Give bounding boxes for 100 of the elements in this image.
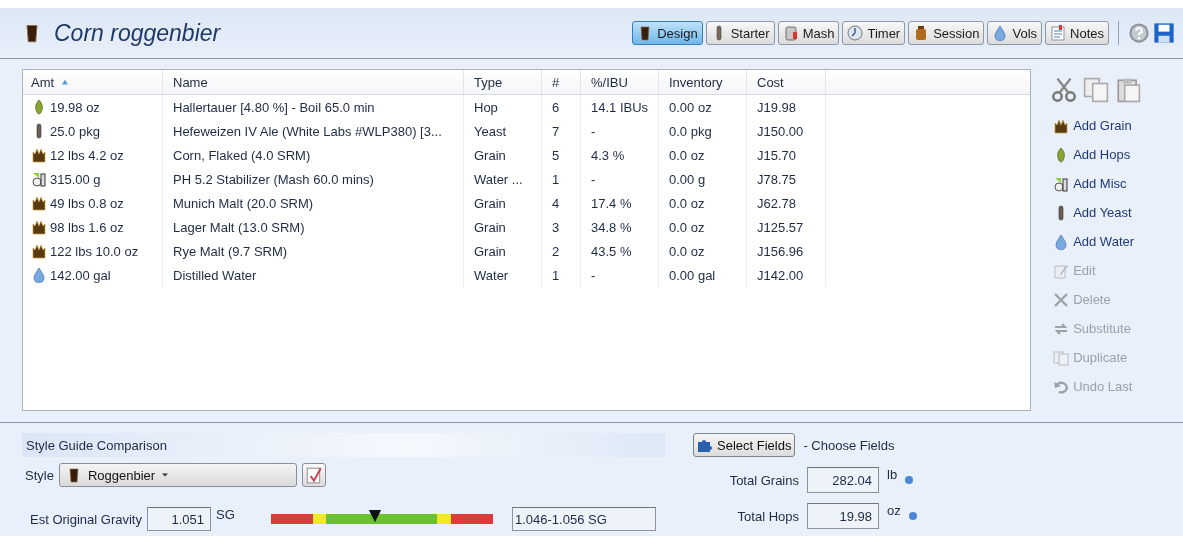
table-cell: Water bbox=[474, 267, 509, 283]
table-cell: Munich Malt (20.0 SRM) bbox=[173, 195, 314, 211]
toolbar-tab[interactable]: Starter bbox=[705, 21, 775, 45]
puzzle-icon bbox=[697, 437, 713, 453]
gravity-field: 1.051 bbox=[147, 507, 211, 531]
value-field: 282.04 bbox=[807, 467, 879, 493]
select-fields-button[interactable]: Select Fields bbox=[693, 433, 796, 457]
pencil-page-icon bbox=[1053, 262, 1070, 279]
action-link[interactable]: Add Misc bbox=[1043, 169, 1183, 198]
table-cell: 34.8 % bbox=[591, 219, 632, 235]
field-label: Total Hops bbox=[736, 508, 799, 524]
table-cell: 2 bbox=[552, 243, 560, 259]
toolbar-tab[interactable]: Session bbox=[908, 21, 985, 45]
unit-label: oz bbox=[887, 503, 901, 518]
table-cell: J142.00 bbox=[757, 267, 804, 283]
x-mark-icon bbox=[1053, 291, 1070, 308]
table-cell: 19.98 oz bbox=[50, 99, 100, 115]
hint-text: - Choose Fields bbox=[803, 437, 895, 453]
column-header[interactable]: # bbox=[552, 74, 560, 90]
table-cell: 0.0 pkg bbox=[669, 123, 712, 139]
grain-sack-icon bbox=[31, 147, 47, 163]
table-cell: 6 bbox=[552, 99, 560, 115]
column-header[interactable]: Type bbox=[474, 74, 503, 90]
table-cell: 0.0 oz bbox=[669, 243, 705, 259]
column-header[interactable]: %/IBU bbox=[591, 74, 628, 90]
water-drop-icon bbox=[31, 267, 47, 283]
table-cell: 0.0 oz bbox=[669, 219, 705, 235]
value-field: 19.98 bbox=[807, 503, 879, 529]
toolbar-tab[interactable]: Timer bbox=[842, 21, 906, 45]
column-header[interactable]: Inventory bbox=[669, 74, 723, 90]
toolbar-tab[interactable]: Notes bbox=[1045, 21, 1109, 45]
style-check-button[interactable] bbox=[301, 463, 326, 487]
table-cell: J15.70 bbox=[757, 147, 797, 163]
save-icon[interactable] bbox=[1153, 22, 1175, 44]
table-cell: - bbox=[591, 171, 596, 187]
table-cell: 122 lbs 10.0 oz bbox=[50, 243, 139, 259]
column-header[interactable]: Amt bbox=[31, 74, 55, 90]
table-cell: 25.0 pkg bbox=[50, 123, 100, 139]
mash-tun-icon bbox=[782, 25, 799, 41]
table-cell: J150.00 bbox=[757, 123, 804, 139]
toolbar-tab[interactable]: Vols bbox=[987, 21, 1043, 45]
field-label: Style bbox=[25, 467, 54, 483]
help-icon[interactable] bbox=[1128, 22, 1150, 44]
copy-icon bbox=[1083, 77, 1110, 103]
unit-label: SG bbox=[216, 507, 236, 522]
table-cell: 0.00 gal bbox=[669, 267, 716, 283]
table-cell: PH 5.2 Stabilizer (Mash 60.0 mins) bbox=[173, 171, 374, 187]
action-link[interactable]: Add Yeast bbox=[1043, 198, 1183, 227]
table-cell: Hefeweizen IV Ale (White Labs #WLP380) [3... bbox=[173, 123, 442, 139]
table-cell: Rye Malt (9.7 SRM) bbox=[173, 243, 288, 259]
table-cell: Distilled Water bbox=[173, 267, 257, 283]
table-cell: 7 bbox=[552, 123, 560, 139]
status-dot bbox=[905, 476, 914, 484]
table-cell: 1 bbox=[552, 267, 560, 283]
table-cell: Grain bbox=[474, 243, 506, 259]
clock-icon bbox=[847, 25, 864, 41]
table-cell: Hop bbox=[474, 99, 498, 115]
table-cell: Hallertauer [4.80 %] - Boil 65.0 min bbox=[173, 99, 375, 115]
water-drop-icon bbox=[992, 25, 1009, 41]
table-cell: J19.98 bbox=[757, 99, 797, 115]
table-cell: 0.0 oz bbox=[669, 195, 705, 211]
water-drop-icon bbox=[1053, 233, 1070, 250]
toolbar-tab[interactable]: Mash bbox=[777, 21, 840, 45]
style-dropdown[interactable]: Roggenbier bbox=[58, 463, 297, 487]
table-cell: 3 bbox=[552, 219, 560, 235]
table-cell: Grain bbox=[474, 219, 506, 235]
misc-jar-icon bbox=[31, 171, 47, 187]
table-cell: 1 bbox=[552, 171, 560, 187]
table-cell: Grain bbox=[474, 147, 506, 163]
caret-icon bbox=[161, 471, 170, 479]
recipe-title: Corn roggenbier bbox=[54, 19, 222, 47]
table-cell: 0.00 oz bbox=[669, 99, 712, 115]
scissors-icon bbox=[1051, 77, 1078, 103]
column-header[interactable]: Name bbox=[173, 74, 208, 90]
misc-jar-icon bbox=[1053, 175, 1070, 192]
toolbar-tab[interactable]: Design bbox=[632, 21, 703, 45]
table-cell: 5 bbox=[552, 147, 560, 163]
table-cell: 49 lbs 0.8 oz bbox=[50, 195, 124, 211]
action-link[interactable]: Add Grain bbox=[1043, 111, 1183, 140]
table-cell: 17.4 % bbox=[591, 195, 632, 211]
action-link[interactable]: Add Water bbox=[1043, 227, 1183, 256]
table-cell: - bbox=[591, 123, 596, 139]
table-cell: 142.00 gal bbox=[50, 267, 111, 283]
table-cell: 98 lbs 1.6 oz bbox=[50, 219, 124, 235]
field-label: Est Original Gravity bbox=[30, 511, 142, 527]
table-cell: Grain bbox=[474, 195, 506, 211]
field-label: Total Grains bbox=[728, 472, 799, 488]
table-cell: 0.0 oz bbox=[669, 147, 705, 163]
grain-sack-icon bbox=[31, 243, 47, 259]
table-cell: 12 lbs 4.2 oz bbox=[50, 147, 124, 163]
grain-sack-icon bbox=[1053, 117, 1070, 134]
table-cell: 14.1 IBUs bbox=[591, 99, 649, 115]
checklist-icon bbox=[304, 466, 323, 484]
status-dot bbox=[908, 512, 917, 520]
table-cell: 43.5 % bbox=[591, 243, 632, 259]
range-field: 1.046-1.056 SG bbox=[512, 507, 656, 531]
table-cell: J78.75 bbox=[757, 171, 797, 187]
table-cell: J156.96 bbox=[757, 243, 804, 259]
column-header[interactable]: Cost bbox=[757, 74, 784, 90]
action-link[interactable]: Add Hops bbox=[1043, 140, 1183, 169]
